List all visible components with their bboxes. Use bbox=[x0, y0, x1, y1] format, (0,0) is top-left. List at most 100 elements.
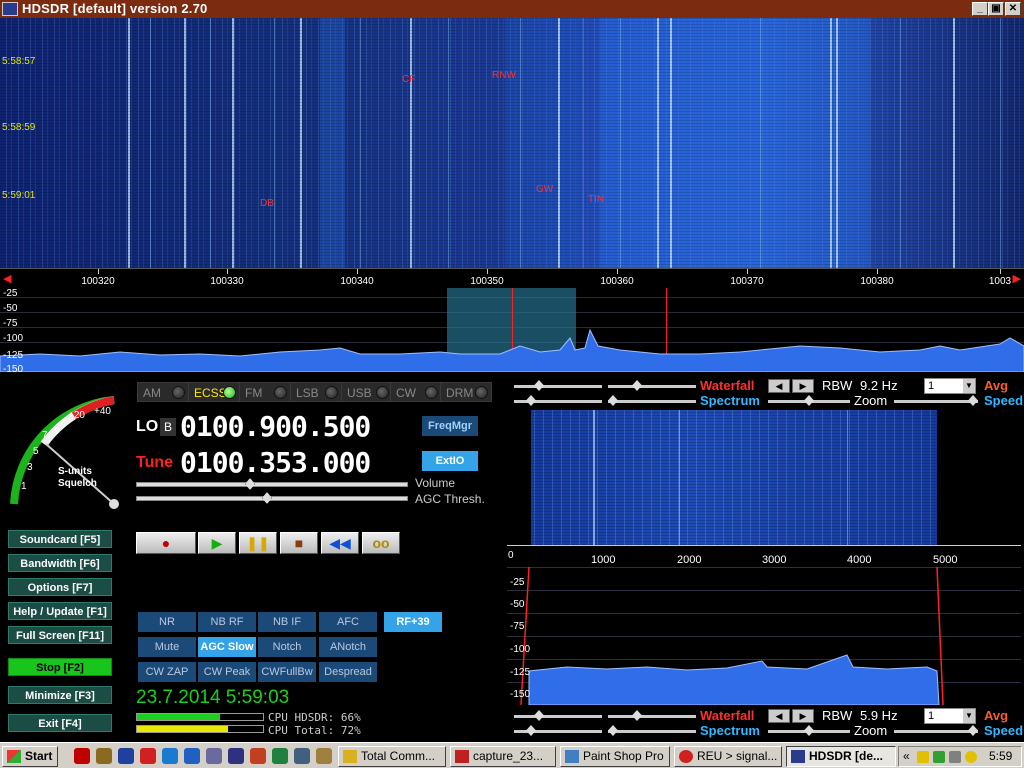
s-meter[interactable]: 1 3 5 7 9 +20 +40 S-units Squelch bbox=[6, 386, 126, 521]
tray-icon[interactable] bbox=[965, 751, 977, 763]
soundcard-button[interactable]: Soundcard [F5] bbox=[8, 530, 112, 548]
waterfall-slider-1[interactable] bbox=[514, 380, 602, 391]
title-bar[interactable]: HDSDR [default] version 2.70 _ ▣ ✕ bbox=[0, 0, 1024, 18]
waterfall-slider-3[interactable] bbox=[514, 710, 602, 721]
start-button[interactable]: Start bbox=[2, 746, 58, 767]
wf-left-arrow-icon[interactable]: ◀ bbox=[768, 379, 790, 393]
frequency-scale[interactable]: ◀ ▶ 100320 100330 100340 100350 100360 1… bbox=[0, 268, 1024, 288]
anotch-button[interactable]: ANotch bbox=[319, 637, 377, 657]
scroll-left-icon[interactable]: ◀ bbox=[3, 272, 11, 285]
quicklaunch-icon[interactable] bbox=[250, 748, 266, 764]
lo-frequency[interactable]: 0100.900.500 bbox=[180, 410, 410, 443]
lo-badge[interactable]: B bbox=[160, 418, 176, 436]
stop-playback-button[interactable]: ■ bbox=[280, 532, 318, 554]
tune-frequency[interactable]: 0100.353.000 bbox=[180, 446, 410, 479]
tray-icon[interactable] bbox=[917, 751, 929, 763]
clock[interactable]: 5:59 bbox=[989, 749, 1012, 763]
audio-tick-label: 1000 bbox=[591, 554, 616, 566]
spectrum-slider-4[interactable] bbox=[608, 725, 696, 736]
zoom-slider-4[interactable] bbox=[894, 725, 978, 736]
spectrum-slider-1[interactable] bbox=[514, 395, 602, 406]
afc-button[interactable]: AFC bbox=[319, 612, 377, 632]
station-label: TIN bbox=[588, 194, 605, 205]
freqmgr-button[interactable]: FreqMgr bbox=[422, 416, 478, 436]
scroll-right-icon[interactable]: ▶ bbox=[1013, 272, 1021, 285]
quicklaunch-icon[interactable] bbox=[294, 748, 310, 764]
quicklaunch-icon[interactable] bbox=[272, 748, 288, 764]
audio-waterfall[interactable] bbox=[507, 410, 1021, 545]
play-button[interactable]: ▶ bbox=[198, 532, 236, 554]
main-spectrum[interactable]: -25 -50 -75 -100 -125 -150 bbox=[0, 288, 1024, 372]
quicklaunch-icon[interactable] bbox=[162, 748, 178, 764]
agc-threshold-slider[interactable] bbox=[136, 492, 408, 504]
cw-zap-button[interactable]: CW ZAP bbox=[138, 662, 196, 682]
audio-spectrum[interactable]: -25 -50 -75 -100 -125 -150 bbox=[507, 567, 1021, 705]
mode-cw[interactable]: CW bbox=[390, 382, 442, 402]
taskbar-item-browser[interactable]: REU > signal... bbox=[674, 746, 782, 767]
app-icon[interactable] bbox=[2, 2, 18, 16]
tray-icon[interactable] bbox=[933, 751, 945, 763]
quicklaunch-icon[interactable] bbox=[184, 748, 200, 764]
despread-button[interactable]: Despread bbox=[319, 662, 377, 682]
pause-button[interactable]: ❚❚ bbox=[239, 532, 277, 554]
volume-label: Volume bbox=[415, 476, 456, 490]
rf-gain-button[interactable]: RF+39 bbox=[384, 612, 442, 632]
record-button[interactable]: ● bbox=[136, 532, 196, 554]
extio-button[interactable]: ExtIO bbox=[422, 451, 478, 471]
quicklaunch-icon[interactable] bbox=[96, 748, 112, 764]
zoom-slider-2[interactable] bbox=[894, 395, 978, 406]
nb-if-button[interactable]: NB IF bbox=[258, 612, 316, 632]
mode-usb[interactable]: USB bbox=[341, 382, 393, 402]
waterfall-slider-4[interactable] bbox=[608, 710, 696, 721]
mode-drm[interactable]: DRM bbox=[440, 382, 492, 402]
quicklaunch-icon[interactable] bbox=[140, 748, 156, 764]
close-button[interactable]: ✕ bbox=[1005, 2, 1021, 16]
mode-ecss[interactable]: ECSS bbox=[188, 382, 240, 402]
quicklaunch-icon[interactable] bbox=[118, 748, 134, 764]
taskbar-item-total-commander[interactable]: Total Comm... bbox=[338, 746, 446, 767]
window-title: HDSDR [default] version 2.70 bbox=[22, 1, 208, 16]
full-screen-button[interactable]: Full Screen [F11] bbox=[8, 626, 112, 644]
main-waterfall[interactable]: 5:58:57 5:58:59 5:59:01 CF RNW DB GW TIN bbox=[0, 18, 1024, 268]
mode-fm[interactable]: FM bbox=[239, 382, 291, 402]
tray-icon[interactable] bbox=[949, 751, 961, 763]
rewind-button[interactable]: ◀◀ bbox=[321, 532, 359, 554]
wf-right-arrow-icon[interactable]: ▶ bbox=[792, 709, 814, 723]
exit-button[interactable]: Exit [F4] bbox=[8, 714, 112, 732]
spectrum-slider-2[interactable] bbox=[608, 395, 696, 406]
bandwidth-button[interactable]: Bandwidth [F6] bbox=[8, 554, 112, 572]
taskbar-item-hdsdr[interactable]: HDSDR [de... bbox=[786, 746, 896, 767]
zoom-slider-1[interactable] bbox=[768, 395, 850, 406]
options-button[interactable]: Options [F7] bbox=[8, 578, 112, 596]
maximize-button[interactable]: ▣ bbox=[988, 2, 1004, 16]
avg-select[interactable]: 1 ▼ bbox=[924, 708, 976, 724]
wf-right-arrow-icon[interactable]: ▶ bbox=[792, 379, 814, 393]
loop-button[interactable]: oo bbox=[362, 532, 400, 554]
cw-fullbw-button[interactable]: CWFullBw bbox=[258, 662, 316, 682]
minimize-app-button[interactable]: Minimize [F3] bbox=[8, 686, 112, 704]
mode-am[interactable]: AM bbox=[137, 382, 189, 402]
cw-peak-button[interactable]: CW Peak bbox=[198, 662, 256, 682]
mute-button[interactable]: Mute bbox=[138, 637, 196, 657]
help-update-button[interactable]: Help / Update [F1] bbox=[8, 602, 112, 620]
wf-left-arrow-icon[interactable]: ◀ bbox=[768, 709, 790, 723]
mode-lsb[interactable]: LSB bbox=[290, 382, 342, 402]
stop-button[interactable]: Stop [F2] bbox=[8, 658, 112, 676]
taskbar-item-capture[interactable]: capture_23... bbox=[450, 746, 556, 767]
quicklaunch-icon[interactable] bbox=[74, 748, 90, 764]
quicklaunch-icon[interactable] bbox=[228, 748, 244, 764]
volume-slider[interactable] bbox=[136, 478, 408, 490]
waterfall-slider-2[interactable] bbox=[608, 380, 696, 391]
spectrum-slider-3[interactable] bbox=[514, 725, 602, 736]
tray-expand-icon[interactable]: « bbox=[903, 749, 910, 763]
minimize-button[interactable]: _ bbox=[972, 2, 988, 16]
nr-button[interactable]: NR bbox=[138, 612, 196, 632]
quicklaunch-icon[interactable] bbox=[206, 748, 222, 764]
zoom-slider-3[interactable] bbox=[768, 725, 850, 736]
agc-slow-button[interactable]: AGC Slow bbox=[198, 637, 256, 657]
notch-button[interactable]: Notch bbox=[258, 637, 316, 657]
quicklaunch-icon[interactable] bbox=[316, 748, 332, 764]
taskbar-item-paint-shop-pro[interactable]: Paint Shop Pro bbox=[560, 746, 670, 767]
nb-rf-button[interactable]: NB RF bbox=[198, 612, 256, 632]
avg-select[interactable]: 1 ▼ bbox=[924, 378, 976, 394]
